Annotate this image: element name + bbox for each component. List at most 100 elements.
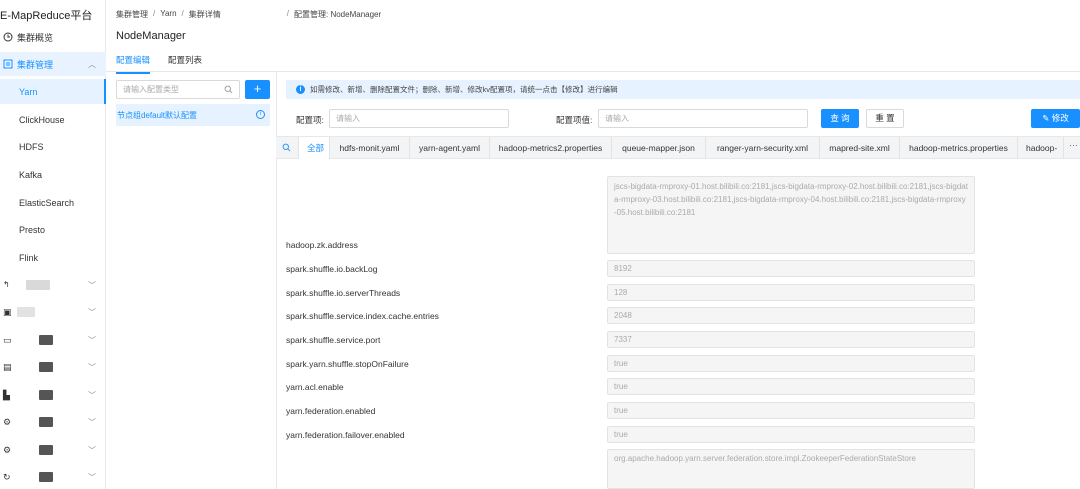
config-key: spark.shuffle.io.serverThreads: [286, 288, 401, 298]
file-tab[interactable]: hadoop-metrics2.properties: [490, 137, 612, 159]
redacted-label: [39, 472, 53, 482]
config-value: 8192: [607, 260, 975, 277]
redacted-label: [39, 417, 53, 427]
config-value: 128: [607, 284, 975, 301]
search-icon[interactable]: [282, 143, 291, 152]
clock-icon: [3, 32, 13, 42]
breadcrumb-item[interactable]: 集群管理: [116, 9, 148, 20]
config-group-item[interactable]: 节点组default默认配置 i: [116, 104, 270, 126]
sidebar-item-overview[interactable]: 集群概览: [0, 25, 106, 49]
search-icon: [224, 85, 233, 94]
config-group-label: 节点组default默认配置: [117, 110, 198, 120]
sidebar-item-kafka[interactable]: Kafka: [0, 162, 106, 187]
config-value: org.apache.hadoop.yarn.server.federation…: [607, 449, 975, 489]
sidebar-item-label: Yarn: [19, 86, 38, 97]
breadcrumb-separator: /: [153, 9, 156, 18]
config-value-input[interactable]: 请输入: [598, 109, 808, 128]
refresh-icon: ↻: [3, 472, 11, 482]
sidebar-item-label: Flink: [19, 252, 39, 263]
sidebar-item-redacted[interactable]: ⚙ ﹀: [0, 410, 106, 434]
config-key: yarn.acl.enable: [286, 382, 344, 392]
config-key: yarn.federation.enabled: [286, 406, 376, 416]
redacted-label: [17, 307, 35, 317]
input-placeholder: 请输入: [336, 114, 360, 123]
chevron-up-icon: ︿: [88, 59, 96, 69]
config-key: spark.yarn.shuffle.stopOnFailure: [286, 359, 409, 369]
config-file-tabs: 全部 hdfs-monit.yaml yarn-agent.yaml hadoo…: [276, 136, 1080, 159]
sidebar-item-redacted[interactable]: ▙ ﹀: [0, 383, 106, 407]
sidebar-item-label: HDFS: [19, 141, 44, 152]
more-icon[interactable]: ···: [1069, 140, 1078, 150]
file-tab[interactable]: hadoop-: [1018, 137, 1064, 159]
file-tab-all[interactable]: 全部: [298, 137, 330, 159]
sidebar-item-elasticsearch[interactable]: ElasticSearch: [0, 190, 106, 215]
add-config-group-button[interactable]: +: [245, 80, 270, 99]
panel-divider: [276, 72, 277, 489]
edit-button[interactable]: ✎ 修改: [1031, 109, 1080, 128]
file-tab[interactable]: hadoop-metrics.properties: [900, 137, 1018, 159]
config-value: true: [607, 355, 975, 372]
config-item-input[interactable]: 请输入: [329, 109, 509, 128]
sidebar-item-redacted[interactable]: ▣ ﹀: [0, 300, 106, 324]
sidebar-item-yarn[interactable]: Yarn: [0, 79, 106, 104]
sidebar-item-label: 集群概览: [17, 32, 54, 43]
file-tab[interactable]: queue-mapper.json: [612, 137, 706, 159]
sidebar-item-label: ElasticSearch: [19, 197, 75, 208]
breadcrumb-item[interactable]: Yarn: [160, 9, 176, 20]
file-tab[interactable]: mapred-site.xml: [820, 137, 900, 159]
sidebar-item-cluster-management[interactable]: 集群管理 ︿: [0, 52, 106, 76]
redacted-label: [39, 445, 53, 455]
sidebar-item-flink[interactable]: Flink: [0, 245, 106, 270]
sidebar-item-redacted[interactable]: ↰ ﹀: [0, 273, 106, 297]
config-value: true: [607, 378, 975, 395]
config-key: spark.shuffle.io.backLog: [286, 264, 378, 274]
chart-icon: ▙: [3, 390, 10, 400]
redacted-label: [39, 335, 53, 345]
sidebar-item-label: ClickHouse: [19, 114, 65, 125]
chevron-down-icon: ﹀: [88, 472, 96, 482]
query-button[interactable]: 查 询: [821, 109, 859, 128]
config-value-label: 配置项值:: [556, 115, 593, 125]
sidebar-item-redacted[interactable]: ▭ ﹀: [0, 328, 106, 352]
chevron-down-icon: ﹀: [88, 445, 96, 455]
sidebar-item-hdfs[interactable]: HDFS: [0, 134, 106, 159]
redacted-label: [26, 280, 50, 290]
settings-icon: ⚙: [3, 417, 12, 427]
notice-text: 如需修改、新增、删除配置文件；删除、新增、修改kv配置项，请统一点击【修改】进行…: [310, 85, 618, 94]
sidebar-item-label: 集群管理: [17, 59, 54, 70]
breadcrumb: 集群管理 / Yarn / 集群详情 / 配置管理: NodeManager: [116, 9, 381, 20]
chevron-down-icon: ﹀: [88, 335, 96, 345]
info-icon: i: [296, 85, 305, 94]
breadcrumb-separator: /: [181, 9, 184, 18]
config-key: hadoop.zk.address: [286, 240, 358, 250]
sidebar: E-MapReduce平台 集群概览 集群管理 ︿ Yarn ClickHous…: [0, 0, 106, 489]
sidebar-item-label: Presto: [19, 224, 46, 235]
sidebar-item-redacted[interactable]: ⚙ ﹀: [0, 438, 106, 462]
chevron-down-icon: ﹀: [88, 417, 96, 427]
config-key: yarn.federation.failover.enabled: [286, 430, 405, 440]
sidebar-item-clickhouse[interactable]: ClickHouse: [0, 107, 106, 132]
file-tab[interactable]: hdfs-monit.yaml: [330, 137, 410, 159]
redacted-label: [39, 362, 53, 372]
info-icon[interactable]: i: [256, 110, 265, 119]
breadcrumb-separator: /: [286, 9, 290, 18]
sidebar-item-redacted[interactable]: ↻ ﹀: [0, 465, 106, 489]
file-tab[interactable]: yarn-agent.yaml: [410, 137, 490, 159]
sidebar-item-presto[interactable]: Presto: [0, 217, 106, 242]
breadcrumb-item[interactable]: 集群详情: [189, 9, 221, 20]
config-value: jscs-bigdata-rmproxy-01.host.bilibili.co…: [607, 176, 975, 254]
redacted-breadcrumb: [226, 9, 282, 20]
menu-icon: ↰: [3, 280, 10, 289]
breadcrumb-item: 配置管理: NodeManager: [294, 10, 382, 19]
menu-icon: ▣: [3, 307, 12, 317]
input-placeholder: 请输入: [605, 114, 629, 123]
config-type-search-input[interactable]: 请输入配置类型: [116, 80, 240, 99]
config-key: spark.shuffle.service.index.cache.entrie…: [286, 311, 439, 321]
reset-button[interactable]: 重 置: [866, 109, 904, 128]
edit-icon: ✎: [1042, 113, 1052, 123]
chevron-down-icon: ﹀: [88, 362, 96, 372]
notice-banner: i 如需修改、新增、删除配置文件；删除、新增、修改kv配置项，请统一点击【修改】…: [286, 80, 1080, 99]
sidebar-item-redacted[interactable]: ▤ ﹀: [0, 355, 106, 379]
config-value: 2048: [607, 307, 975, 324]
file-tab[interactable]: ranger-yarn-security.xml: [706, 137, 820, 159]
